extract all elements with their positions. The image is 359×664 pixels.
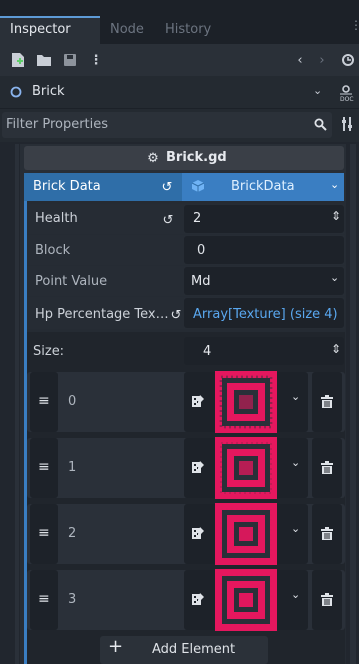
brick-data-label: Brick Data <box>33 179 101 194</box>
chevron-down-icon[interactable]: ⌄ <box>291 522 300 535</box>
block-value: 0 <box>197 243 206 258</box>
plus-icon: + <box>108 636 124 657</box>
chevron-down-icon[interactable]: ⌄ <box>291 390 300 403</box>
drag-handle-icon: ≡ <box>38 525 50 541</box>
more-options-icon[interactable]: ⋮ <box>86 50 106 70</box>
property-label: Hp Percentage Tex… <box>35 307 169 322</box>
chevron-down-icon[interactable]: ⌄ <box>313 84 322 97</box>
revert-icon[interactable]: ↺ <box>161 212 175 228</box>
element-index: 2 <box>68 526 77 541</box>
texture-image <box>215 437 277 499</box>
drag-handle-icon: ≡ <box>38 591 50 607</box>
size-label: Size: <box>33 344 65 359</box>
open-folder-icon[interactable] <box>34 50 54 70</box>
chevron-down-icon[interactable]: ⌄ <box>330 178 339 191</box>
spin-arrows-icon[interactable]: ⇕ <box>331 342 341 356</box>
open-docs-icon[interactable]: DOC <box>336 82 358 104</box>
gear-icon: ⚙ <box>147 150 159 166</box>
trash-icon <box>318 591 336 609</box>
object-name: Brick <box>32 84 65 99</box>
property-label: Point Value <box>35 274 108 289</box>
block-field[interactable] <box>184 236 344 264</box>
revert-icon[interactable]: ↺ <box>160 179 174 195</box>
resource-name[interactable]: BrickData <box>231 179 295 194</box>
tab-node[interactable]: Node <box>110 22 144 37</box>
chevron-down-icon[interactable]: ⌄ <box>291 588 300 601</box>
drag-handle-icon: ≡ <box>38 459 50 475</box>
spin-arrows-icon[interactable]: ⇕ <box>331 209 341 223</box>
array-summary: Array[Texture] (size 4) <box>193 307 338 322</box>
new-resource-icon[interactable] <box>8 50 28 70</box>
object-history-icon[interactable] <box>338 50 358 70</box>
property-label: Health <box>35 211 78 226</box>
texture-preview[interactable] <box>215 371 277 433</box>
trash-icon <box>318 525 336 543</box>
chevron-down-icon[interactable]: ⌄ <box>330 271 339 284</box>
element-index: 3 <box>68 592 77 607</box>
chevron-down-icon[interactable]: ⌄ <box>291 456 300 469</box>
edit-resource-icon[interactable] <box>189 392 207 410</box>
drag-handle-icon: ≡ <box>38 393 50 409</box>
size-value: 4 <box>203 344 212 359</box>
scrollbar[interactable] <box>350 144 356 664</box>
texture-image <box>215 371 277 433</box>
search-icon <box>312 116 328 132</box>
trash-icon <box>318 459 336 477</box>
health-value: 2 <box>193 211 202 226</box>
forward-history-icon[interactable]: › <box>314 50 330 70</box>
element-index: 0 <box>68 394 77 409</box>
script-name: Brick.gd <box>166 150 227 165</box>
back-history-icon[interactable]: ‹ <box>292 50 308 70</box>
texture-image <box>215 503 277 565</box>
filter-placeholder: Filter Properties <box>6 117 109 132</box>
panel-left-border <box>15 144 19 664</box>
texture-preview[interactable] <box>215 503 277 565</box>
edit-resource-icon[interactable] <box>189 524 207 542</box>
edit-resource-icon[interactable] <box>189 458 207 476</box>
svg-text:DOC: DOC <box>340 96 354 102</box>
trash-icon <box>318 393 336 411</box>
health-spinbox[interactable] <box>184 205 344 233</box>
resource-cube-icon <box>190 178 206 194</box>
menu-dots-icon[interactable]: ⋮ <box>350 18 359 32</box>
element-index: 1 <box>68 460 77 475</box>
texture-preview[interactable] <box>215 437 277 499</box>
texture-image <box>215 569 277 631</box>
add-element-label: Add Element <box>152 642 236 657</box>
property-label: Block <box>35 243 71 258</box>
node-circle-icon <box>8 84 24 100</box>
point-value: Md <box>191 274 211 289</box>
property-settings-icon[interactable] <box>338 114 358 134</box>
edit-resource-icon[interactable] <box>189 590 207 608</box>
tab-inspector[interactable]: Inspector <box>0 16 100 44</box>
revert-icon[interactable]: ↺ <box>169 307 183 323</box>
save-icon[interactable] <box>60 50 80 70</box>
texture-preview[interactable] <box>215 569 277 631</box>
tab-history[interactable]: History <box>165 22 211 37</box>
